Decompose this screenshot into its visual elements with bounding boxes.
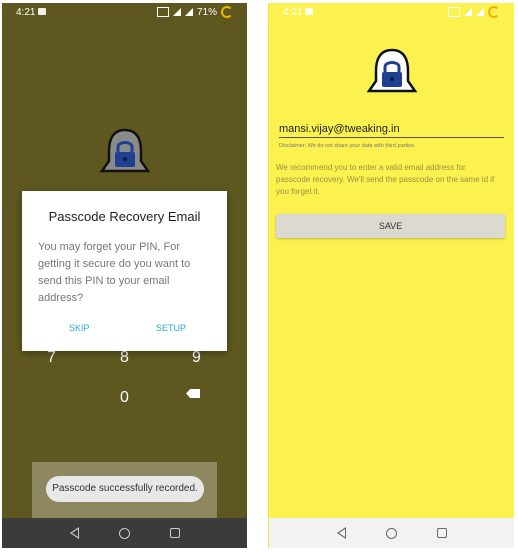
bell-lock-icon <box>99 128 151 173</box>
back-nav-icon[interactable] <box>336 527 346 539</box>
key-9[interactable]: 9 <box>192 349 201 367</box>
backspace-icon[interactable] <box>186 389 200 398</box>
key-7[interactable]: 7 <box>47 349 56 367</box>
passcode-recovery-dialog: Passcode Recovery Email You may forget y… <box>22 191 227 351</box>
toast-message: Passcode successfully recorded. <box>46 476 204 502</box>
status-time: 4:21 <box>283 7 303 18</box>
image-notification-icon <box>305 8 313 15</box>
status-bar: 4:21 <box>269 3 514 21</box>
bell-lock-icon <box>366 48 418 93</box>
home-nav-icon[interactable] <box>385 527 397 539</box>
dialog-message: You may forget your PIN, For getting it … <box>38 241 191 304</box>
wifi-signal-icon <box>172 8 181 16</box>
back-nav-icon[interactable] <box>69 527 79 539</box>
skip-button[interactable]: SKIP <box>69 323 90 333</box>
email-input[interactable] <box>279 121 504 138</box>
dialog-title: Passcode Recovery Email <box>48 209 201 224</box>
battery-icon <box>488 6 500 18</box>
key-0[interactable]: 0 <box>120 389 129 407</box>
navigation-bar <box>2 518 247 548</box>
cell-signal-icon <box>476 8 484 16</box>
save-button[interactable]: SAVE <box>276 214 505 238</box>
wifi-signal-icon <box>464 8 472 16</box>
recommendation-text: We recommend you to enter a valid email … <box>276 163 495 196</box>
right-phone-screen: 4:21 Disclaimer: We do not share your da… <box>268 3 514 548</box>
image-notification-icon <box>38 8 46 15</box>
battery-percent: 71% <box>196 6 217 18</box>
cell-signal-icon <box>184 8 193 16</box>
setup-button[interactable]: SETUP <box>156 323 186 333</box>
key-8[interactable]: 8 <box>120 349 129 367</box>
nfc-icon <box>448 7 460 17</box>
home-nav-icon[interactable] <box>118 527 130 539</box>
recents-nav-icon[interactable] <box>169 528 180 538</box>
battery-icon <box>221 6 233 18</box>
navigation-bar <box>269 518 514 548</box>
nfc-icon <box>156 7 169 17</box>
disclaimer-text: Disclaimer: We do not share your data wi… <box>279 143 416 149</box>
status-bar: 4:21 71% <box>2 3 247 21</box>
recents-nav-icon[interactable] <box>436 528 447 538</box>
status-time: 4:21 <box>16 7 36 18</box>
left-phone-screen: 4:21 71% 7 8 9 0 Passcode Recovery Email… <box>2 3 247 548</box>
